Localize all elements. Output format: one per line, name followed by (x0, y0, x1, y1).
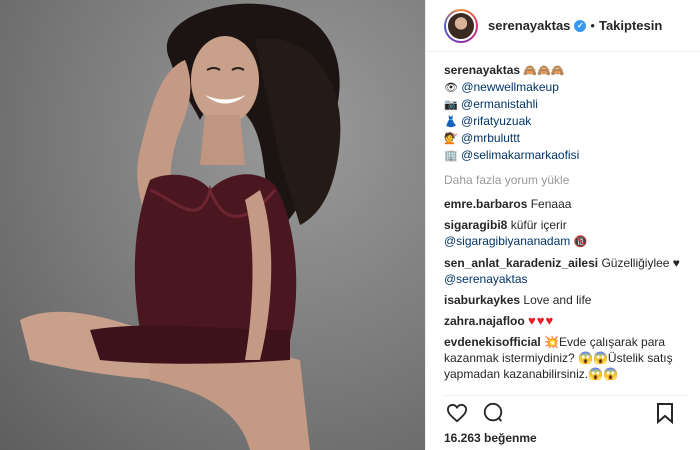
verified-badge-icon: ✓ (574, 19, 587, 32)
caption-username[interactable]: serenayaktas (444, 63, 520, 77)
credit-emoji: 🏢 (444, 150, 458, 162)
heart-emojis: ♥♥♥ (528, 313, 555, 328)
post-sidebar: serenayaktas ✓ • Takiptesin serenayaktas… (425, 0, 700, 450)
avatar-image (446, 10, 476, 41)
comment: isaburkaykes Love and life (444, 292, 688, 308)
comment-username[interactable]: sigaragibi8 (444, 218, 507, 232)
post-actions (444, 395, 688, 429)
comments-list[interactable]: serenayaktas 🙈🙈🙈 👁 @newwellmakeup 📷 @erm… (444, 62, 688, 387)
comment: emre.barbaros Fenaaa (444, 196, 688, 212)
header-separator: • (590, 18, 595, 33)
credit-mention[interactable]: @rifatyuzuak (461, 114, 531, 128)
credit-emoji: 💇 (444, 133, 458, 145)
comment: evdenekisofficial 💥Evde çalışarak para k… (444, 334, 688, 382)
comment-badge: 🔞 (573, 236, 588, 248)
likes-count[interactable]: 16.263 beğenme (444, 431, 537, 445)
comment-icon[interactable] (480, 400, 506, 426)
likes-label: beğenme (484, 431, 537, 445)
header-username[interactable]: serenayaktas (488, 18, 570, 33)
comment: sigaragibi8 küfür içerir @sigaragibiyana… (444, 217, 688, 250)
comment-text: Fenaaa (530, 197, 572, 211)
comment-mention[interactable]: @sigaragibiyananadam (444, 234, 570, 248)
like-heart-icon[interactable] (444, 400, 470, 426)
comment-username[interactable]: evdenekisofficial (444, 335, 541, 349)
credit-emoji: 👁 (444, 82, 458, 94)
load-more-comments-link[interactable]: Daha fazla yorum yükle (444, 172, 688, 188)
follow-status-button[interactable]: Takiptesin (599, 18, 662, 33)
post-photo[interactable] (0, 0, 425, 450)
comment: zahra.najafloo ♥♥♥ (444, 313, 688, 329)
comment-text: küfür içerir (510, 218, 567, 232)
comment-username[interactable]: isaburkaykes (444, 293, 520, 307)
comment-text: Güzelliğiylee ♥ (601, 256, 680, 270)
credit-mention[interactable]: @newwellmakeup (461, 80, 559, 94)
credit-mention[interactable]: @mrbuluttt (461, 131, 520, 145)
credit-emoji: 👗 (444, 116, 458, 128)
comment-mention[interactable]: @serenayaktas (444, 272, 528, 286)
bookmark-icon[interactable] (652, 400, 678, 426)
caption-emojis: 🙈🙈🙈 (523, 65, 565, 77)
avatar[interactable] (444, 8, 478, 43)
comment-text: Love and life (523, 293, 592, 307)
credit-mention[interactable]: @selimakarmarkaofisi (461, 148, 579, 162)
comment-username[interactable]: zahra.najafloo (444, 314, 525, 328)
comment-username[interactable]: sen_anlat_karadeniz_ailesi (444, 256, 598, 270)
photo-illustration (20, 3, 341, 450)
comment-username[interactable]: emre.barbaros (444, 197, 527, 211)
credit-emoji: 📷 (444, 99, 458, 111)
credit-mention[interactable]: @ermanistahli (461, 97, 538, 111)
post-header: serenayaktas ✓ • Takiptesin (426, 0, 700, 52)
caption: serenayaktas 🙈🙈🙈 👁 @newwellmakeup 📷 @erm… (444, 62, 688, 164)
likes-number: 16.263 (444, 431, 481, 445)
comment: sen_anlat_karadeniz_ailesi Güzelliğiylee… (444, 255, 688, 287)
